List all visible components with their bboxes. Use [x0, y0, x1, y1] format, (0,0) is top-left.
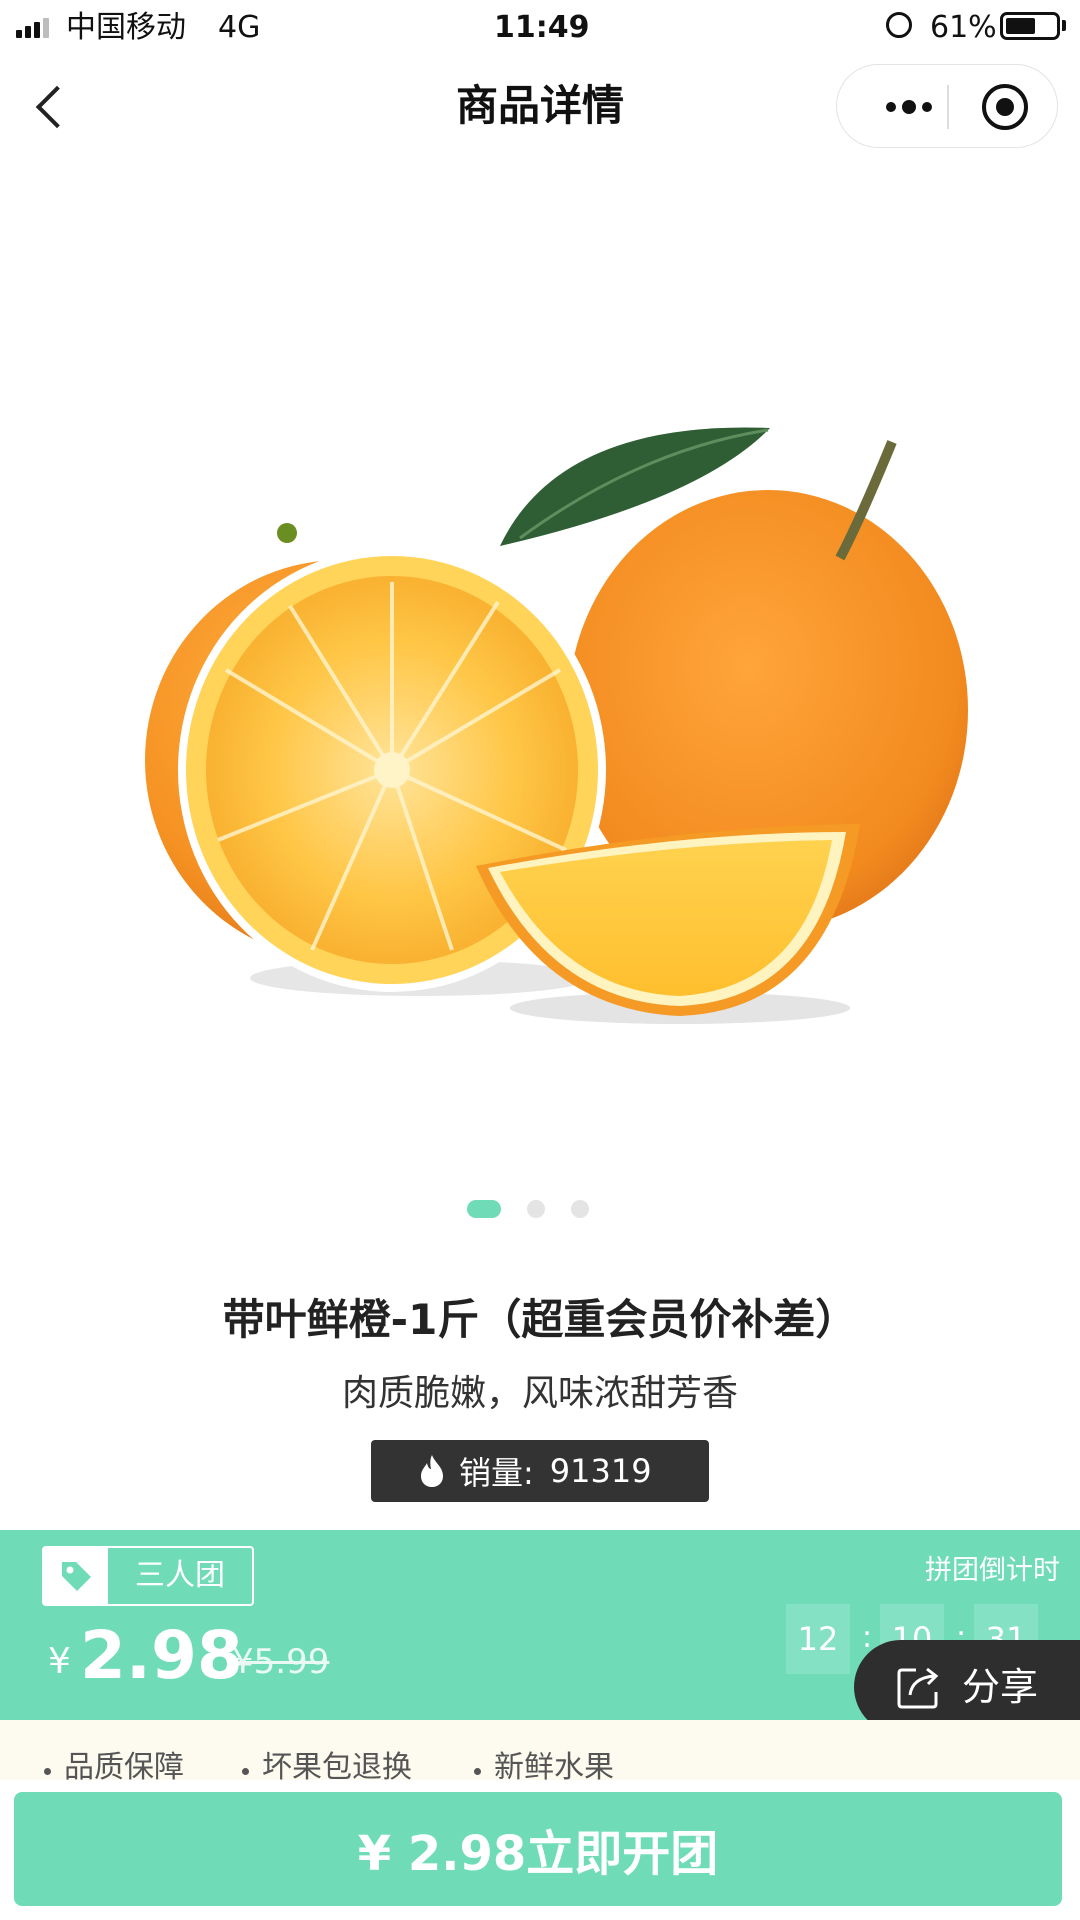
page-title: 商品详情	[455, 81, 624, 130]
countdown-label: 拼团倒计时	[925, 1555, 1060, 1586]
clock: 11:49	[494, 10, 590, 45]
capsule-divider	[947, 85, 949, 129]
carrier-label: 中国移动	[66, 10, 186, 45]
target-circle-icon[interactable]	[982, 84, 1028, 130]
group-type-badge: 三人团	[42, 1546, 254, 1606]
share-icon	[897, 1667, 939, 1709]
countdown-hours: 12	[786, 1604, 850, 1674]
carousel-dot-active[interactable]	[467, 1200, 501, 1218]
sales-label: 销量:	[459, 1454, 534, 1492]
battery-icon	[1000, 12, 1060, 40]
chevron-left-icon[interactable]	[35, 85, 79, 129]
carousel-dot[interactable]	[527, 1200, 545, 1218]
sales-value: 91319	[549, 1452, 652, 1490]
carousel-dot[interactable]	[571, 1200, 589, 1218]
battery-nub	[1062, 20, 1066, 31]
product-title: 带叶鲜橙-1斤（超重会员价补差）	[222, 1295, 858, 1344]
rotation-lock-icon	[886, 12, 912, 38]
start-group-button[interactable]: ¥ 2.98立即开团	[14, 1792, 1062, 1906]
original-price: ¥5.99	[232, 1642, 330, 1682]
network-label: 4G	[218, 10, 261, 45]
orange-illustration	[145, 427, 968, 1024]
share-label: 分享	[962, 1665, 1039, 1709]
battery-percent: 61%	[930, 10, 997, 45]
guarantee-row: 品质保障 坏果包退换 新鲜水果	[0, 1720, 1080, 1780]
status-bar: 中国移动 4G 11:49 61%	[0, 0, 1080, 56]
sales-badge: 销量: 91319	[371, 1440, 709, 1502]
price-currency: ¥	[48, 1641, 71, 1682]
tag-icon	[44, 1548, 108, 1604]
product-image[interactable]	[0, 150, 1080, 1170]
group-type-label: 三人团	[135, 1558, 225, 1593]
group-price: 2.98	[80, 1617, 243, 1694]
more-dots-icon[interactable]	[869, 65, 949, 149]
guarantee-item: 坏果包退换	[242, 1748, 412, 1780]
guarantee-item: 新鲜水果	[474, 1748, 614, 1780]
signal-strength-icon	[16, 16, 49, 38]
guarantee-item: 品质保障	[44, 1748, 184, 1780]
product-subtitle: 肉质脆嫩，风味浓甜芳香	[341, 1373, 738, 1414]
mini-program-capsule	[836, 64, 1058, 148]
flame-icon	[421, 1455, 443, 1487]
